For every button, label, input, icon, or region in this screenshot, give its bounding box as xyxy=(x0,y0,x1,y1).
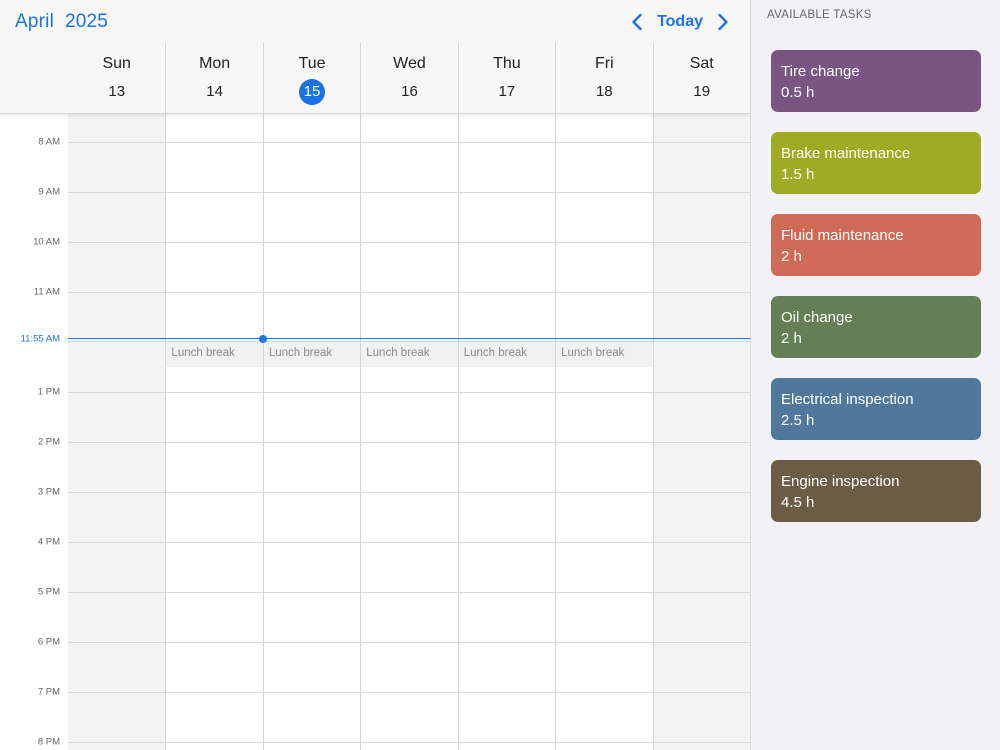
day-number: 14 xyxy=(206,83,223,100)
lunch-break-block: Lunch break xyxy=(166,342,263,367)
next-week-button[interactable] xyxy=(712,10,734,34)
day-header-thu[interactable]: Thu 17 xyxy=(457,43,555,114)
current-time-line-shadow xyxy=(68,341,750,342)
day-headers: Sun 13 Mon 14 Tue 15 Wed 16 Thu 17 Fri 18 Sat 19 xyxy=(68,43,750,114)
hour-gridline xyxy=(68,692,750,693)
hour-gridline xyxy=(68,192,750,193)
task-duration: 0.5 h xyxy=(781,84,815,101)
current-time-line xyxy=(68,338,750,339)
calendar-header: April 2025 Today Sun 13 Mon 14 Tue 15 Wed 16 Thu… xyxy=(0,0,750,114)
task-name: Fluid maintenance xyxy=(781,227,904,244)
day-name: Mon xyxy=(199,55,231,72)
time-label: 2 PM xyxy=(37,436,60,448)
available-tasks-panel: AVAILABLE TASKS Tire change 0.5 h Brake ma… xyxy=(750,0,1000,750)
day-name: Fri xyxy=(594,55,614,72)
day-columns: Lunch break Lunch break Lunch break Lunch b… xyxy=(68,114,750,750)
day-header-tue[interactable]: Tue 15 xyxy=(262,43,360,114)
time-label: 5 PM xyxy=(37,586,60,598)
time-grid: Lunch break Lunch break Lunch break Lunch b… xyxy=(0,114,750,750)
hour-gridline xyxy=(68,242,750,243)
day-header-sun[interactable]: Sun 13 xyxy=(68,43,165,114)
hour-gridline xyxy=(68,592,750,593)
task-card[interactable]: Oil change 2 h xyxy=(771,296,981,358)
day-number: 13 xyxy=(108,83,126,100)
hour-gridline xyxy=(68,142,750,143)
time-label: 6 PM xyxy=(37,636,60,648)
chevron-left-icon xyxy=(632,13,642,31)
day-number: 17 xyxy=(498,83,516,100)
day-column-sat[interactable] xyxy=(652,114,750,750)
day-column-mon[interactable]: Lunch break xyxy=(165,114,263,750)
day-name: Wed xyxy=(393,55,426,72)
day-column-tue[interactable]: Lunch break xyxy=(262,114,361,750)
current-time-label: 11:55 AM xyxy=(20,333,60,345)
time-label: 4 PM xyxy=(37,536,60,548)
day-name: Sun xyxy=(102,55,131,72)
day-header-sat[interactable]: Sat 19 xyxy=(652,43,750,114)
current-time-dot xyxy=(259,334,267,343)
day-name: Thu xyxy=(493,55,521,72)
task-card[interactable]: Fluid maintenance 2 h xyxy=(771,214,981,276)
hour-gridline xyxy=(68,742,750,743)
task-card[interactable]: Engine inspection 4.5 h xyxy=(771,460,981,522)
task-duration: 2 h xyxy=(781,330,802,347)
task-name: Engine inspection xyxy=(781,473,900,490)
time-label: 1 PM xyxy=(37,386,60,398)
lunch-break-block: Lunch break xyxy=(458,342,556,367)
task-duration: 1.5 h xyxy=(781,166,815,183)
calendar: April 2025 Today Sun 13 Mon 14 Tue 15 Wed 16 Thu… xyxy=(0,0,750,750)
day-column-sun[interactable] xyxy=(68,114,166,750)
today-date-badge: 15 xyxy=(299,79,326,105)
task-name: Electrical inspection xyxy=(781,391,914,408)
hour-gridline xyxy=(68,492,750,493)
year-label: 2025 xyxy=(64,11,109,32)
task-card[interactable]: Electrical inspection 2.5 h xyxy=(771,378,981,440)
day-header-mon[interactable]: Mon 14 xyxy=(165,43,262,114)
lunch-break-block: Lunch break xyxy=(361,342,458,367)
day-column-fri[interactable]: Lunch break xyxy=(555,114,653,750)
hour-gridline xyxy=(68,292,750,293)
hour-gridline xyxy=(68,642,750,643)
day-column-thu[interactable]: Lunch break xyxy=(457,114,556,750)
task-card[interactable]: Brake maintenance 1.5 h xyxy=(771,132,981,194)
time-label: 7 PM xyxy=(37,686,60,698)
day-number: 18 xyxy=(595,83,613,100)
time-label: 10 AM xyxy=(33,236,60,248)
hour-gridline xyxy=(68,392,750,393)
tasks-panel-title: AVAILABLE TASKS xyxy=(767,9,872,21)
time-label: 11 AM xyxy=(33,286,60,298)
day-header-wed[interactable]: Wed 16 xyxy=(360,43,457,114)
time-gutter: 8 AM 9 AM 10 AM 11 AM 1 PM 2 PM 3 PM 4 PM 5 PM 6 … xyxy=(0,114,68,750)
task-duration: 4.5 h xyxy=(781,494,815,511)
date-navigation: Today xyxy=(626,10,734,34)
day-name: Tue xyxy=(298,55,326,72)
task-duration: 2 h xyxy=(781,248,802,265)
month-label: April xyxy=(15,11,55,32)
task-name: Brake maintenance xyxy=(781,145,911,162)
time-label: 8 AM xyxy=(38,136,60,148)
time-label: 8 PM xyxy=(37,736,60,748)
day-header-fri[interactable]: Fri 18 xyxy=(555,43,652,114)
day-column-wed[interactable]: Lunch break xyxy=(360,114,458,750)
task-card[interactable]: Tire change 0.5 h xyxy=(771,50,981,112)
day-number: 19 xyxy=(693,83,711,100)
time-label: 3 PM xyxy=(37,486,60,498)
hour-gridline xyxy=(68,542,750,543)
day-number: 16 xyxy=(401,83,418,100)
previous-week-button[interactable] xyxy=(626,10,648,34)
task-duration: 2.5 h xyxy=(781,412,815,429)
time-label: 9 AM xyxy=(38,186,60,198)
day-name: Sat xyxy=(689,55,714,72)
lunch-break-block: Lunch break xyxy=(556,342,653,367)
chevron-right-icon xyxy=(718,13,728,31)
task-name: Oil change xyxy=(781,309,853,326)
task-name: Tire change xyxy=(781,63,860,80)
today-button[interactable]: Today xyxy=(648,10,712,34)
month-year-title: April 2025 xyxy=(15,11,108,33)
lunch-break-block: Lunch break xyxy=(263,342,361,367)
hour-gridline xyxy=(68,442,750,443)
